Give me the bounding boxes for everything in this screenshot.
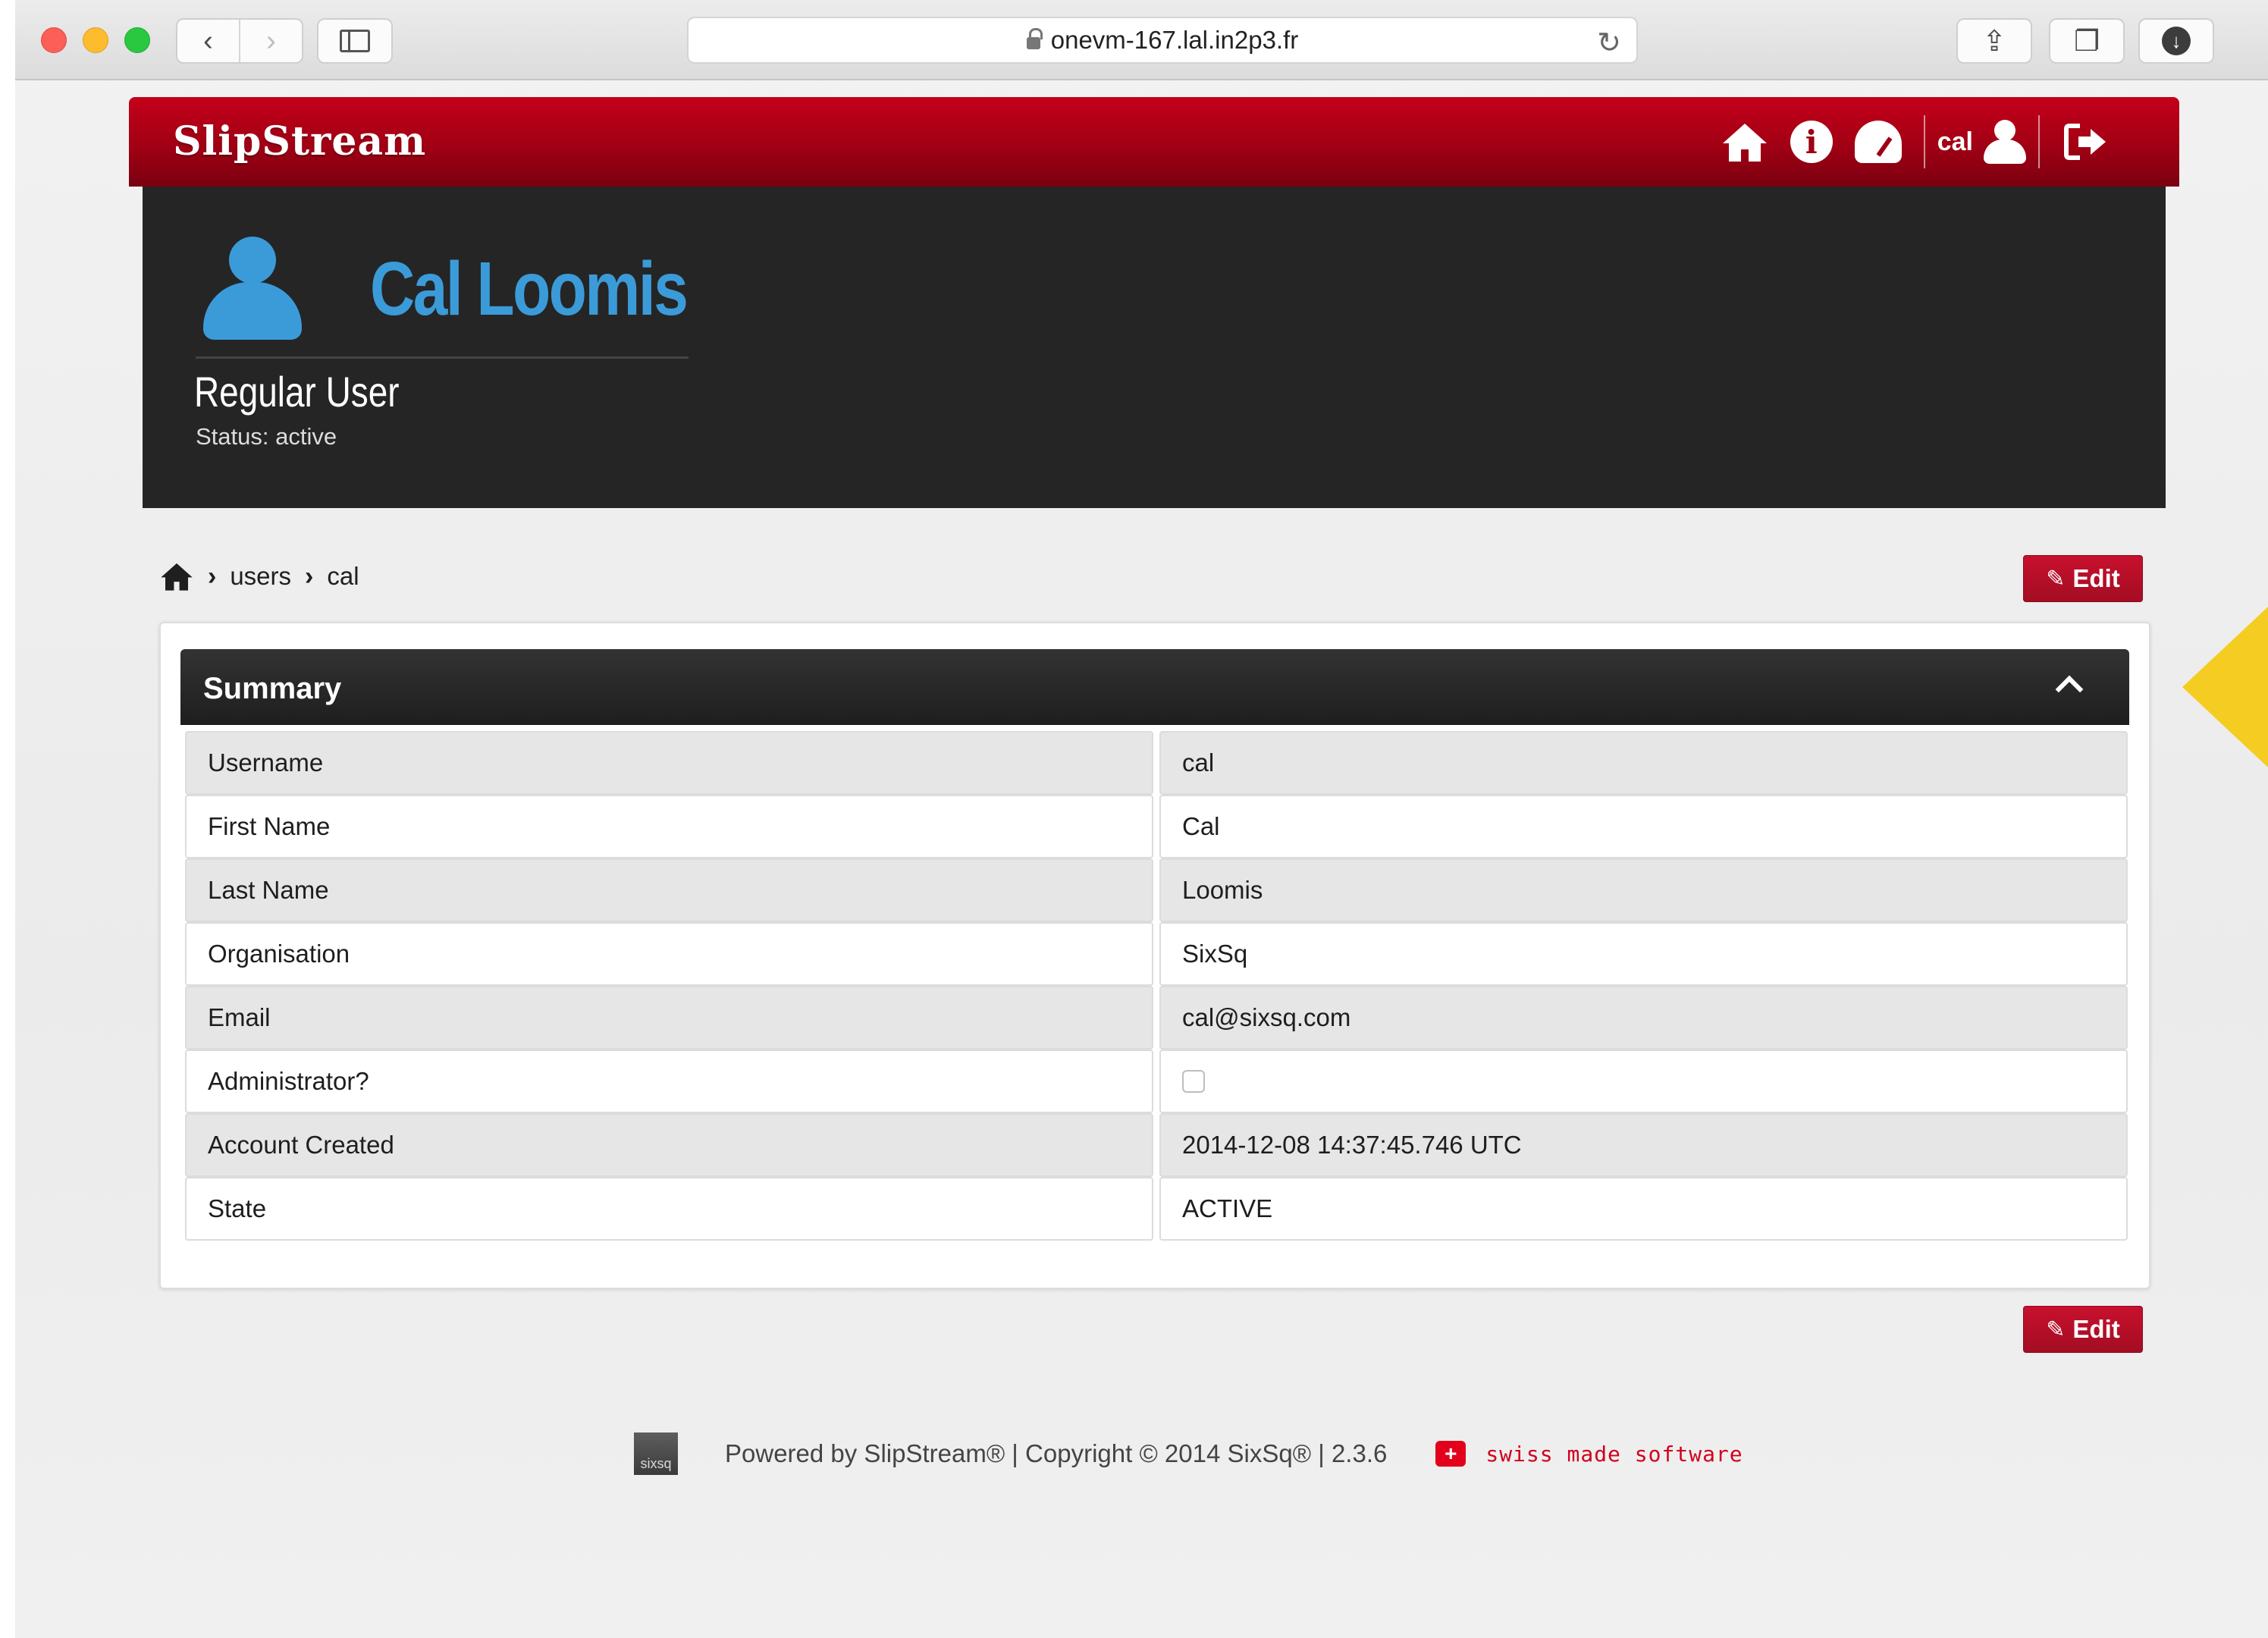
breadcrumb: › users › cal: [159, 554, 359, 599]
swiss-made-label[interactable]: swiss made software: [1485, 1442, 1743, 1467]
row-label: Administrator?: [185, 1050, 1153, 1113]
edit-label: Edit: [2072, 1315, 2120, 1343]
row-label: Last Name: [185, 858, 1153, 922]
summary-title: Summary: [203, 672, 342, 705]
table-row: Email cal@sixsq.com: [185, 986, 2128, 1050]
logout-svg: [2064, 124, 2106, 160]
info-icon[interactable]: i: [1778, 115, 1845, 168]
breadcrumb-current[interactable]: cal: [327, 562, 359, 591]
row-value: 2014-12-08 14:37:45.746 UTC: [1159, 1113, 2128, 1177]
header-divider: [1923, 115, 1925, 168]
user-role: Regular User: [194, 368, 400, 416]
breadcrumb-separator: ›: [305, 561, 314, 591]
summary-header[interactable]: Summary: [180, 649, 2129, 725]
share-button[interactable]: ⇪: [1956, 18, 2032, 64]
summary-panel: Summary Username cal First Name Cal Last…: [159, 622, 2150, 1289]
sidebar-toggle-button[interactable]: [317, 18, 393, 64]
row-value: ACTIVE: [1159, 1177, 2128, 1241]
browser-window: ‹ › onevm-167.lal.in2p3.fr ↻ ⇪ ❐ ↓ SlipS…: [15, 0, 2268, 1638]
row-value: cal@sixsq.com: [1159, 986, 2128, 1050]
edit-button-bottom[interactable]: ✎ Edit: [2023, 1306, 2143, 1353]
sixsq-logo[interactable]: sixsq: [634, 1432, 678, 1475]
edit-label: Edit: [2072, 564, 2120, 592]
row-value: Loomis: [1159, 858, 2128, 922]
table-row: First Name Cal: [185, 795, 2128, 858]
avatar-icon: [203, 237, 302, 340]
chevron-up-icon[interactable]: [2053, 672, 2084, 702]
footer-copyright: Powered by SlipStream® | Copyright © 201…: [725, 1439, 1388, 1467]
breadcrumb-users-link[interactable]: users: [230, 562, 291, 591]
edit-button-top[interactable]: ✎ Edit: [2023, 555, 2143, 602]
page-content: SlipStream i cal Cal Loomis Regular User…: [15, 80, 2268, 1638]
home-icon[interactable]: [1711, 115, 1778, 168]
edit-icon: ✎: [2046, 566, 2066, 592]
footer: sixsq Powered by SlipStream® | Copyright…: [634, 1427, 1743, 1480]
forward-button[interactable]: ›: [239, 20, 302, 62]
row-label: State: [185, 1177, 1153, 1241]
row-label: Username: [185, 731, 1153, 795]
share-icon: ⇪: [1982, 25, 2006, 58]
url-text: onevm-167.lal.in2p3.fr: [1050, 26, 1299, 54]
breadcrumb-home-icon[interactable]: [159, 561, 194, 592]
header-divider: [2038, 115, 2040, 168]
swiss-flag-icon: +: [1435, 1441, 1467, 1467]
summary-table: Username cal First Name Cal Last Name Lo…: [185, 731, 2128, 1241]
sixsq-logo-text: sixsq: [640, 1456, 672, 1471]
home-svg: [1722, 124, 1767, 162]
row-label: First Name: [185, 795, 1153, 858]
maximize-window-button[interactable]: [124, 27, 150, 53]
tabs-icon: ❐: [2073, 25, 2100, 58]
app-header: SlipStream i cal: [129, 97, 2179, 187]
header-nav: i cal: [1711, 115, 2119, 168]
breadcrumb-separator: ›: [208, 561, 217, 591]
row-value: [1159, 1050, 2128, 1113]
callout-arrow: [2182, 573, 2268, 801]
back-button[interactable]: ‹: [177, 20, 239, 62]
table-row: Organisation SixSq: [185, 922, 2128, 986]
table-row: Username cal: [185, 731, 2128, 795]
title-divider: [196, 356, 689, 359]
sidebar-icon: [340, 30, 370, 52]
user-status: Status: active: [196, 423, 337, 450]
lock-icon: [1026, 28, 1043, 49]
page-title: Cal Loomis: [370, 246, 689, 331]
user-icon: [1984, 120, 2026, 164]
close-window-button[interactable]: [41, 27, 67, 53]
brand-logo[interactable]: SlipStream: [173, 118, 426, 165]
download-icon: ↓: [2162, 27, 2191, 55]
browser-toolbar: ‹ › onevm-167.lal.in2p3.fr ↻ ⇪ ❐ ↓: [15, 0, 2268, 80]
table-row: Account Created 2014-12-08 14:37:45.746 …: [185, 1113, 2128, 1177]
row-value: SixSq: [1159, 922, 2128, 986]
table-row: Last Name Loomis: [185, 858, 2128, 922]
logout-icon[interactable]: [2052, 115, 2119, 168]
table-row: Administrator?: [185, 1050, 2128, 1113]
address-bar[interactable]: onevm-167.lal.in2p3.fr ↻: [687, 17, 1638, 64]
row-label: Organisation: [185, 922, 1153, 986]
row-value: Cal: [1159, 795, 2128, 858]
reload-icon[interactable]: ↻: [1597, 26, 1621, 60]
tabs-overview-button[interactable]: ❐: [2049, 18, 2125, 64]
minimize-window-button[interactable]: [83, 27, 108, 53]
user-menu-label: cal: [1937, 127, 1973, 156]
profile-banner: Cal Loomis Regular User Status: active: [143, 187, 2166, 508]
history-nav: ‹ ›: [176, 18, 303, 64]
administrator-checkbox[interactable]: [1182, 1070, 1205, 1093]
user-menu[interactable]: cal: [1937, 120, 2026, 164]
dashboard-icon[interactable]: [1845, 115, 1912, 168]
edit-icon: ✎: [2046, 1316, 2066, 1342]
downloads-button[interactable]: ↓: [2138, 18, 2214, 64]
row-value: cal: [1159, 731, 2128, 795]
row-label: Email: [185, 986, 1153, 1050]
row-label: Account Created: [185, 1113, 1153, 1177]
table-row: State ACTIVE: [185, 1177, 2128, 1241]
